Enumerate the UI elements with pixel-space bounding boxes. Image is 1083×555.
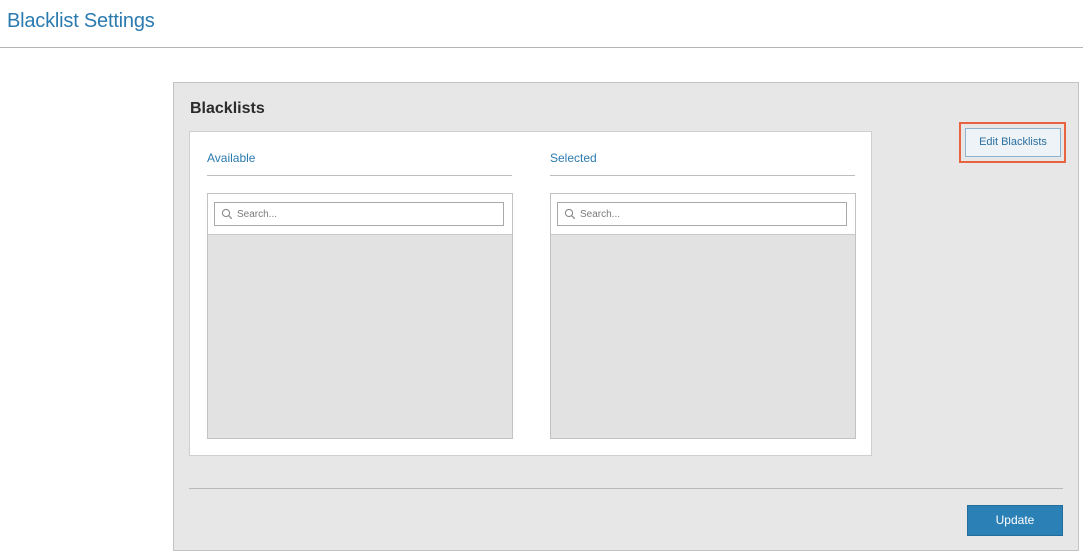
available-search-input[interactable] <box>237 205 497 223</box>
panel-title: Blacklists <box>190 100 265 117</box>
available-list-label: Available <box>207 151 256 165</box>
selected-list-box[interactable] <box>550 193 856 439</box>
edit-blacklists-button[interactable]: Edit Blacklists <box>965 128 1061 157</box>
selected-divider <box>550 175 855 176</box>
edit-button-highlight: Edit Blacklists <box>959 122 1066 163</box>
search-icon <box>564 208 576 220</box>
lists-card: Available Selected <box>189 131 872 456</box>
update-button[interactable]: Update <box>967 505 1063 536</box>
available-search-field[interactable] <box>214 202 504 226</box>
panel-divider <box>189 488 1063 489</box>
available-list-box[interactable] <box>207 193 513 439</box>
selected-search-field[interactable] <box>557 202 847 226</box>
page-header: Blacklist Settings <box>0 0 1083 48</box>
blacklists-panel: Blacklists Edit Blacklists Available Sea… <box>173 82 1079 551</box>
available-divider <box>207 175 512 176</box>
search-icon <box>221 208 233 220</box>
selected-search-input[interactable] <box>580 205 840 223</box>
page-title: Blacklist Settings <box>7 10 155 32</box>
selected-list-label: Selected <box>550 151 597 165</box>
selected-search-bar <box>551 194 855 235</box>
available-search-bar <box>208 194 512 235</box>
